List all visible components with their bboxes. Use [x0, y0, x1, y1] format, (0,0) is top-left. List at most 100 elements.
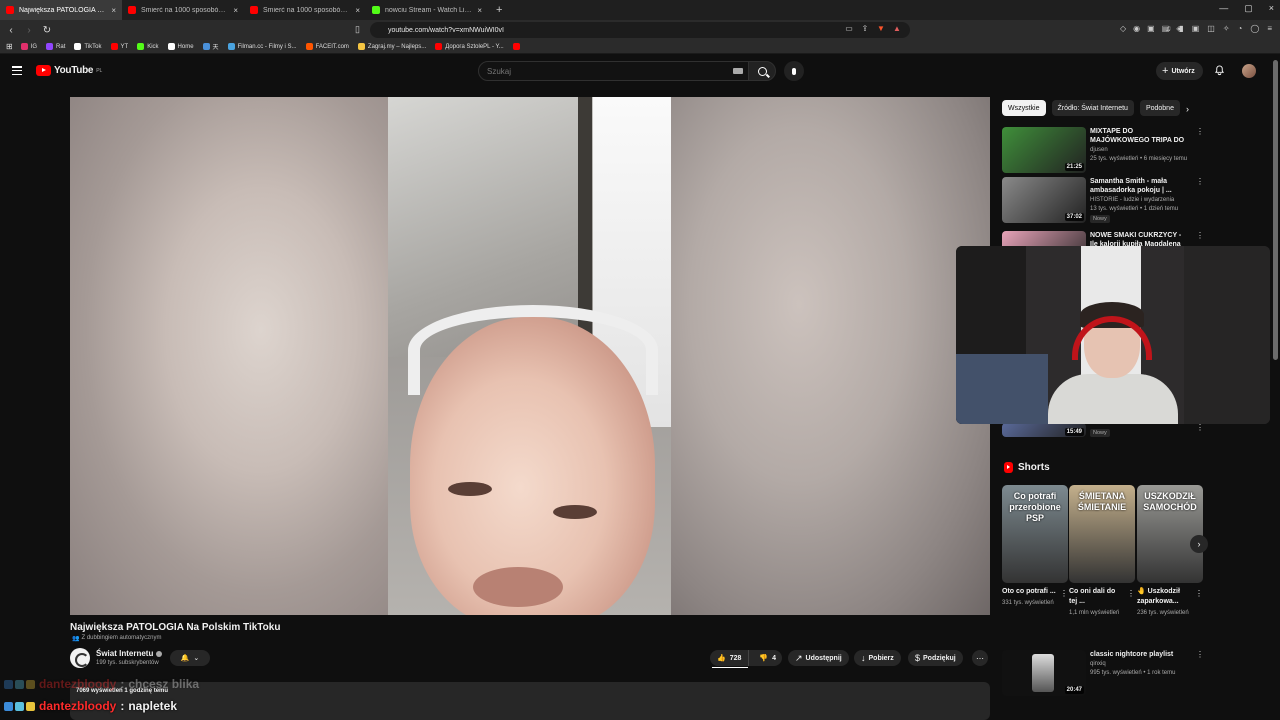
- tab-favicon-icon: [128, 6, 136, 14]
- new-tab-button[interactable]: +: [488, 4, 510, 16]
- bookmark-item[interactable]: YT: [110, 42, 128, 51]
- playlist-meta: 995 tys. wyświetleń • 1 rok temu: [1090, 670, 1176, 676]
- bookmark-item[interactable]: Zagraj.my – Najleps...: [357, 42, 426, 51]
- more-icon[interactable]: ⋮: [1196, 650, 1204, 659]
- sidebar-toggle-icon[interactable]: ▮: [1179, 24, 1183, 33]
- profile-icon[interactable]: ◯: [1250, 24, 1259, 33]
- channel-avatar[interactable]: [70, 648, 90, 668]
- short-views: 236 tys. wyświetleń: [1137, 610, 1189, 616]
- curtain-right: [1184, 246, 1270, 424]
- extension-icon-2[interactable]: ◉: [1133, 24, 1140, 33]
- shorts-next-button[interactable]: ›: [1190, 535, 1208, 553]
- browser-menu-icon[interactable]: ≡: [1267, 24, 1272, 33]
- bookmark-item[interactable]: 天: [202, 42, 219, 51]
- back-icon[interactable]: ‹: [4, 25, 18, 36]
- wallet-icon[interactable]: ◫: [1207, 24, 1215, 33]
- more-icon[interactable]: ⋮: [1127, 589, 1135, 598]
- share-page-icon[interactable]: ⇪: [860, 24, 870, 34]
- bookmark-item[interactable]: Filman.cc - Filmy i S...: [227, 42, 297, 51]
- browser-tab[interactable]: Śmierć na 1000 sposobów – S04E09 ×: [244, 0, 366, 20]
- media-icon[interactable]: ♫: [1165, 24, 1171, 33]
- like-button[interactable]: 👍 728: [710, 650, 750, 666]
- browser-tab[interactable]: Śmierć na 1000 sposobów – S01E6 ×: [122, 0, 244, 20]
- account-avatar[interactable]: [1242, 64, 1256, 78]
- close-window-icon[interactable]: ×: [1269, 3, 1274, 14]
- bookmark-page-icon[interactable]: ▯: [355, 24, 360, 35]
- bookmark-item[interactable]: Home: [167, 42, 194, 51]
- menu-icon[interactable]: [12, 66, 22, 75]
- address-bar[interactable]: youtube.com/watch?v=xmNWuiWI0vI ▭ ⇪ ▼ ▲: [370, 22, 910, 38]
- search-input[interactable]: [487, 66, 717, 76]
- short-views: 1,1 mln wyświetleń: [1069, 610, 1120, 616]
- filter-chip[interactable]: Wszystkie: [1002, 100, 1046, 116]
- short-item[interactable]: Co potrafi przerobione PSP Oto co potraf…: [1002, 485, 1068, 607]
- reload-icon[interactable]: ↻: [40, 25, 54, 36]
- more-actions-button[interactable]: ⋯: [972, 650, 988, 666]
- brave-shield-icon[interactable]: ▼: [876, 24, 886, 34]
- playlist-item[interactable]: 20:47 classic nightcore playlist qinxiq …: [1002, 650, 1204, 696]
- chat-colon: :: [120, 699, 125, 713]
- browser-tab[interactable]: Największa PATOLOGIA Na P ×: [0, 0, 122, 20]
- tab-close-icon[interactable]: ×: [233, 6, 238, 15]
- tab-close-icon[interactable]: ×: [477, 6, 482, 15]
- extension-icon-3[interactable]: ▣: [1147, 24, 1155, 33]
- apps-grid-icon[interactable]: ⊞: [6, 42, 13, 51]
- bookmark-item[interactable]: IG: [20, 42, 38, 51]
- dislike-button[interactable]: 👎 4: [752, 650, 783, 666]
- tab-search-icon[interactable]: ▣: [1192, 24, 1200, 33]
- description-box[interactable]: [70, 682, 990, 720]
- tab-close-icon[interactable]: ×: [111, 6, 116, 15]
- download-button[interactable]: ↓ Pobierz: [854, 650, 901, 666]
- filter-chip[interactable]: Źródło: Świat Internetu: [1051, 100, 1134, 116]
- maximize-icon[interactable]: ▢: [1244, 3, 1253, 14]
- more-icon[interactable]: ⋮: [1196, 177, 1204, 186]
- voice-search-button[interactable]: [784, 61, 804, 81]
- subscription-bell-button[interactable]: 🔔 ⌄: [170, 650, 210, 666]
- more-icon[interactable]: ⋮: [1196, 423, 1204, 432]
- brave-rewards-icon[interactable]: ▲: [892, 24, 902, 34]
- subscriber-count: 199 tys. subskrybentów: [96, 660, 159, 666]
- bookmark-item[interactable]: Kick: [137, 42, 159, 51]
- extension-icon-1[interactable]: ◇: [1120, 24, 1126, 33]
- filter-chip[interactable]: Podobne: [1139, 100, 1180, 116]
- notifications-icon[interactable]: [1214, 65, 1225, 76]
- short-item[interactable]: ŚMIETANA ŚMIETANIE Co oni dali do tej ..…: [1069, 485, 1135, 617]
- bookmark-favicon-icon: [202, 43, 210, 50]
- more-icon[interactable]: ⋮: [1196, 231, 1204, 240]
- tab-favicon-icon: [6, 6, 14, 14]
- video-frame: [388, 97, 671, 615]
- forward-icon[interactable]: ›: [22, 25, 36, 36]
- dubbing-icon: 👥: [72, 636, 80, 642]
- bookmark-item[interactable]: [512, 42, 523, 51]
- streamer-hoodie: [1048, 374, 1178, 424]
- channel-name[interactable]: Świat Internetu: [96, 649, 163, 658]
- vpn-icon[interactable]: ◔: [1238, 24, 1243, 33]
- search-button[interactable]: [748, 61, 776, 81]
- bookmark-label: IG: [30, 43, 38, 50]
- recommended-video[interactable]: 21:25 MIXTAPE DO MAJÓWKOWEGO TRIPA DO ...…: [1002, 127, 1204, 173]
- short-title: Oto co potrafi ...: [1002, 588, 1056, 595]
- bookmark-item[interactable]: Rat: [46, 42, 65, 51]
- create-button[interactable]: + Utwórz: [1156, 62, 1203, 80]
- leo-ai-icon[interactable]: ✧: [1223, 24, 1230, 33]
- page-scrollbar[interactable]: [1273, 60, 1278, 360]
- bookmark-item[interactable]: Дорога SztolePL - Y...: [435, 42, 504, 51]
- more-icon[interactable]: ⋮: [1060, 589, 1068, 598]
- install-app-icon[interactable]: ▭: [844, 24, 854, 34]
- thanks-button[interactable]: $ Podziękuj: [908, 650, 963, 666]
- tab-strip: Największa PATOLOGIA Na P × Śmierć na 10…: [0, 0, 488, 20]
- more-icon[interactable]: ⋮: [1195, 589, 1203, 598]
- browser-tab[interactable]: nowciu Stream - Watch Live on Kick ×: [366, 0, 488, 20]
- chips-next-icon[interactable]: ›: [1186, 104, 1189, 114]
- tab-close-icon[interactable]: ×: [355, 6, 360, 15]
- minimize-icon[interactable]: —: [1219, 3, 1228, 14]
- bookmark-favicon-icon: [46, 43, 54, 50]
- video-player[interactable]: [70, 97, 990, 615]
- youtube-logo[interactable]: YouTube PL: [36, 65, 102, 76]
- share-button[interactable]: ↗ Udostępnij: [788, 650, 849, 666]
- bookmark-item[interactable]: TikTok: [74, 42, 102, 51]
- more-icon[interactable]: ⋮: [1196, 127, 1204, 136]
- keyboard-icon[interactable]: [733, 68, 743, 74]
- bookmark-item[interactable]: FACEIT.com: [305, 42, 349, 51]
- recommended-video[interactable]: 37:02 Samantha Smith - mała ambasadorka p…: [1002, 177, 1204, 223]
